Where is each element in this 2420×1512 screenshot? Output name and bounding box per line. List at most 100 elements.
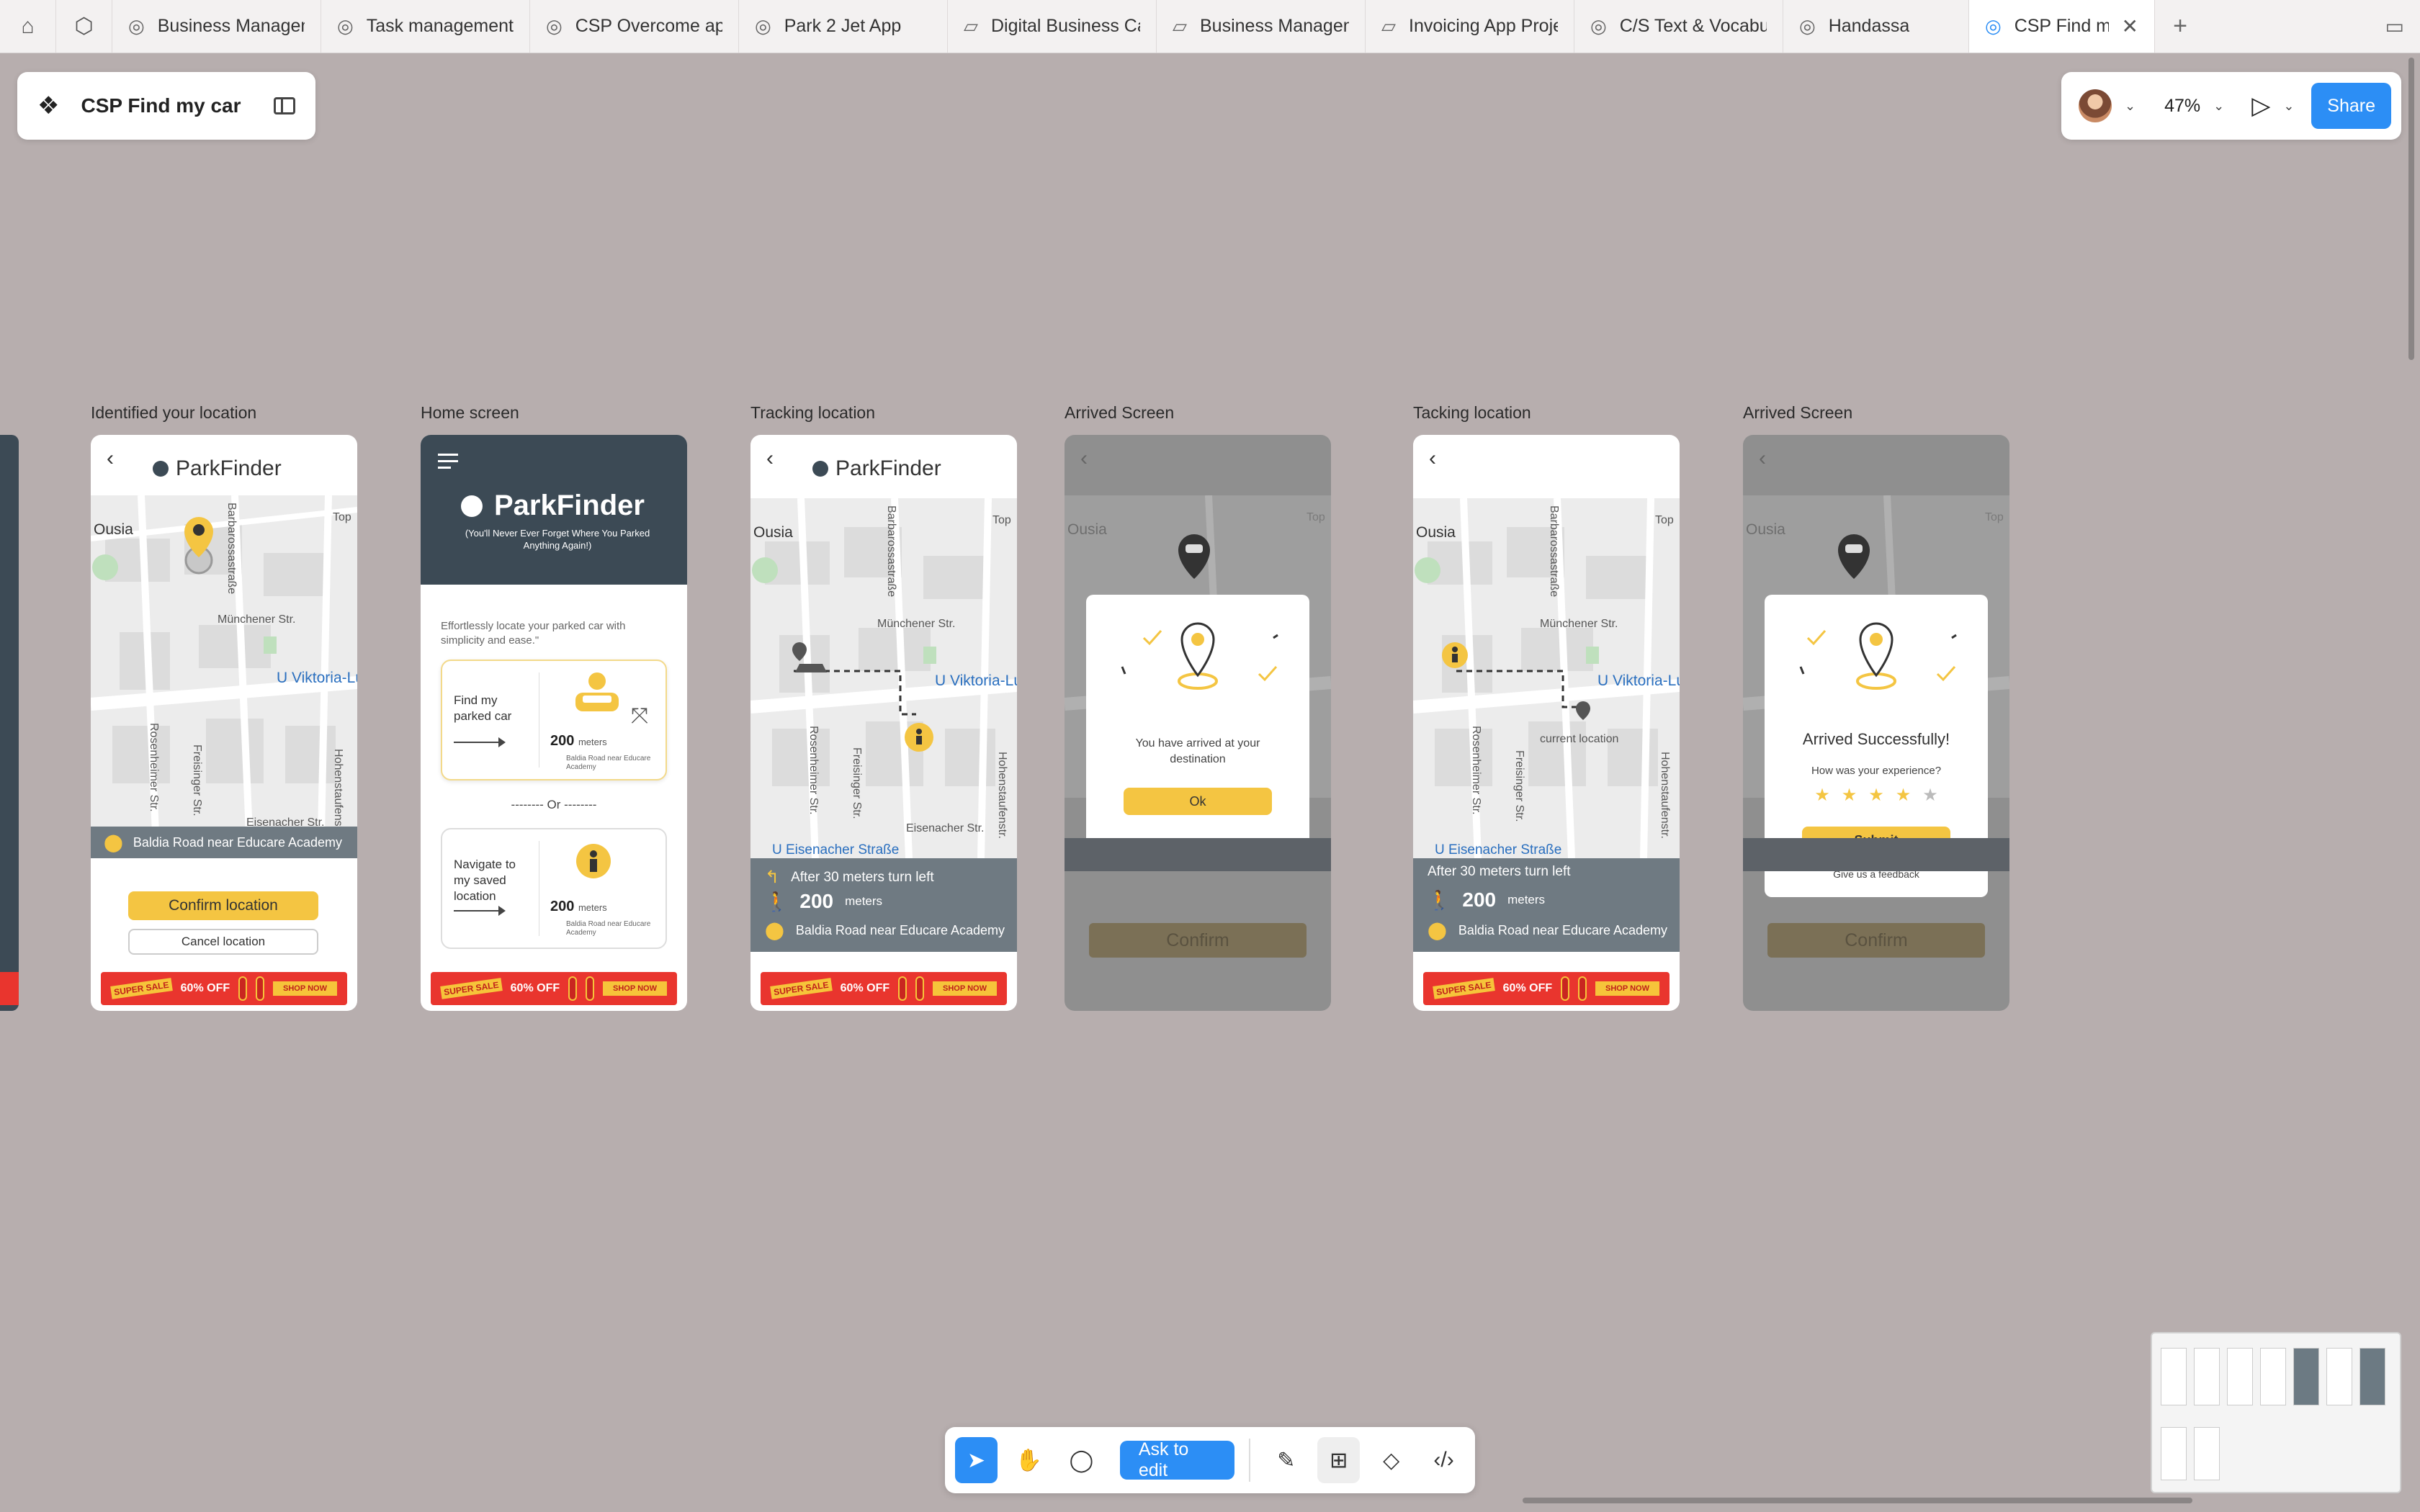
back-icon[interactable]: ‹: [1429, 446, 1436, 471]
star-icon[interactable]: ★: [1896, 785, 1912, 806]
tab-cs-text-vocab[interactable]: ◎ C/S Text & Vocabu: [1574, 0, 1783, 53]
frame-label[interactable]: Tracking location: [750, 403, 875, 423]
frame-identified-location[interactable]: ‹ ParkFinder Ousia Top Barbarossastraße …: [91, 435, 357, 1011]
dev-mode-icon[interactable]: ⊞: [1317, 1437, 1361, 1483]
code-icon[interactable]: ‹/›: [1422, 1437, 1465, 1483]
figma-logo-icon[interactable]: ❖: [37, 91, 59, 120]
confirm-button[interactable]: Confirm: [1089, 923, 1307, 958]
frame-arrived-rating[interactable]: ‹ Ousia Top Arrived Successfully! How wa…: [1743, 435, 2009, 1011]
back-icon[interactable]: ‹: [766, 446, 774, 471]
frame-label[interactable]: Arrived Screen: [1065, 403, 1174, 423]
frame-label[interactable]: Tacking location: [1413, 403, 1531, 423]
ok-button[interactable]: Ok: [1124, 788, 1272, 815]
figma-file-icon: ◎: [1985, 15, 2002, 37]
vertical-scrollbar[interactable]: [2408, 58, 2414, 360]
sale-banner[interactable]: SUPER SALE 60% OFF SHOP NOW: [761, 972, 1007, 1005]
figma-file-icon: ◎: [755, 15, 771, 37]
car-icon: [575, 672, 619, 711]
walk-icon: 🚶: [1428, 888, 1451, 911]
find-car-card[interactable]: Find my parked car ⤧ 200 meters Baldia R…: [441, 660, 667, 780]
zoom-level[interactable]: 47%: [2164, 96, 2200, 117]
tab-business-management-1[interactable]: ◎ Business Managem: [112, 0, 321, 53]
tab-handassa[interactable]: ◎ Handassa: [1783, 0, 1969, 53]
back-icon[interactable]: ‹: [107, 446, 114, 471]
arrow-right-icon: [454, 906, 506, 916]
comment-tool-icon[interactable]: ◯: [1060, 1437, 1103, 1483]
map[interactable]: Ousia Top Barbarossastraße Münchener Str…: [1413, 498, 1680, 858]
tab-csp-find-my-car[interactable]: ◎CSP Find my c✕: [1969, 0, 2155, 53]
sidebar-toggle-icon[interactable]: [274, 97, 295, 114]
frame-label[interactable]: Home screen: [421, 403, 519, 423]
partial-frame: [0, 435, 19, 1011]
home-description: Effortlessly locate your parked car with…: [441, 620, 626, 647]
home-header: ParkFinder (You'll Never Ever Forget Whe…: [421, 435, 687, 585]
file-name[interactable]: CSP Find my car: [81, 94, 252, 117]
components-icon[interactable]: ◇: [1370, 1437, 1412, 1483]
arrived-modal: You have arrived at your destination Ok: [1086, 595, 1309, 850]
figjam-file-icon: ▱: [964, 15, 978, 37]
chevron-down-icon[interactable]: ⌄: [2125, 99, 2136, 114]
brand-logo-icon: [153, 461, 169, 477]
brand: ParkFinder: [812, 456, 941, 481]
arrow-right-icon: [454, 737, 506, 747]
frame-tacking-location[interactable]: ‹ Ousia Top Barbarossastraße Münchener S…: [1413, 435, 1680, 1011]
star-icon[interactable]: ★: [1922, 785, 1938, 806]
close-icon[interactable]: ✕: [2122, 14, 2138, 38]
present-play-icon[interactable]: ▷: [2251, 91, 2270, 120]
tab-digital-business-card[interactable]: ▱ Digital Business Ca: [948, 0, 1157, 53]
folder-icon[interactable]: ▭: [2385, 14, 2404, 38]
frame-tracking-location[interactable]: ‹ ParkFinder Ousia Top Barbarossastraße …: [750, 435, 1017, 1011]
chevron-down-icon[interactable]: ⌄: [2213, 99, 2224, 114]
figjam-file-icon: ▱: [1173, 15, 1187, 37]
tab-csp-overcome[interactable]: ◎ CSP Overcome ap: [530, 0, 739, 53]
or-divider: -------- Or --------: [511, 798, 597, 811]
back-icon[interactable]: ‹: [1759, 446, 1766, 471]
frame-home-screen[interactable]: ParkFinder (You'll Never Ever Forget Whe…: [421, 435, 687, 1011]
home-icon[interactable]: ⌂: [0, 0, 56, 53]
cursor-click-icon: ⤧: [631, 704, 648, 728]
confirm-location-button[interactable]: Confirm location: [128, 891, 318, 920]
map[interactable]: Ousia Top Barbarossastraße Münchener Str…: [91, 495, 357, 834]
ask-to-edit-button[interactable]: Ask to edit: [1119, 1439, 1235, 1480]
address-bar-dim: [1065, 838, 1331, 871]
brand: ParkFinder: [153, 456, 282, 481]
new-tab-icon[interactable]: +: [2155, 0, 2205, 53]
confirm-button[interactable]: Confirm: [1767, 923, 1985, 958]
avatar[interactable]: [2079, 89, 2112, 122]
tab-task-management[interactable]: ◎ Task management: [321, 0, 530, 53]
destination-illustration-icon: [1799, 622, 1957, 690]
sale-banner[interactable]: SUPER SALE 60% OFF SHOP NOW: [101, 972, 347, 1005]
map[interactable]: Ousia Top Barbarossastraße Münchener Str…: [750, 498, 1017, 858]
navigation-panel: After 30 meters turn left 🚶 200 meters ⬤ Ba…: [1413, 858, 1680, 952]
minimap[interactable]: [2151, 1332, 2401, 1493]
star-icon[interactable]: ★: [1842, 785, 1857, 806]
star-icon[interactable]: ★: [1868, 785, 1884, 806]
hand-tool-icon[interactable]: ✋: [1008, 1437, 1050, 1483]
frame-label[interactable]: Identified your location: [91, 403, 256, 423]
navigation-panel: ↰ After 30 meters turn left 🚶 200 meters ⬤ B…: [750, 858, 1017, 952]
cancel-location-button[interactable]: Cancel location: [128, 929, 318, 955]
figjam-file-icon: ▱: [1381, 15, 1396, 37]
tab-invoicing-app[interactable]: ▱ Invoicing App Proje: [1366, 0, 1574, 53]
tab-business-management-2[interactable]: ▱ Business Managem: [1157, 0, 1366, 53]
chevron-down-icon[interactable]: ⌄: [2283, 99, 2294, 114]
annotate-tool-icon[interactable]: ✎: [1265, 1437, 1307, 1483]
menu-icon[interactable]: [438, 454, 458, 473]
horizontal-scrollbar[interactable]: [1523, 1498, 2192, 1503]
move-tool-icon[interactable]: ➤: [955, 1437, 998, 1483]
navigate-saved-card[interactable]: Navigate to my saved location 200 meters…: [441, 828, 667, 949]
figma-file-icon: ◎: [546, 15, 563, 37]
community-icon[interactable]: ⬡: [56, 0, 112, 53]
star-rating[interactable]: ★ ★ ★ ★ ★: [1765, 785, 1988, 806]
frame-arrived-screen[interactable]: ‹ Ousia Top You have arrived at your des…: [1065, 435, 1331, 1011]
sale-banner[interactable]: SUPER SALE 60% OFF SHOP NOW: [1423, 972, 1670, 1005]
destination-illustration-icon: [1121, 622, 1278, 690]
star-icon[interactable]: ★: [1814, 785, 1830, 806]
tab-park-2-jet[interactable]: ◎ Park 2 Jet App: [739, 0, 948, 53]
figma-file-icon: ◎: [1799, 15, 1816, 37]
sale-banner[interactable]: SUPER SALE 60% OFF SHOP NOW: [431, 972, 677, 1005]
share-button[interactable]: Share: [2311, 83, 2391, 129]
frame-label[interactable]: Arrived Screen: [1743, 403, 1852, 423]
back-icon[interactable]: ‹: [1080, 446, 1088, 471]
walk-icon: 🚶: [765, 890, 789, 912]
